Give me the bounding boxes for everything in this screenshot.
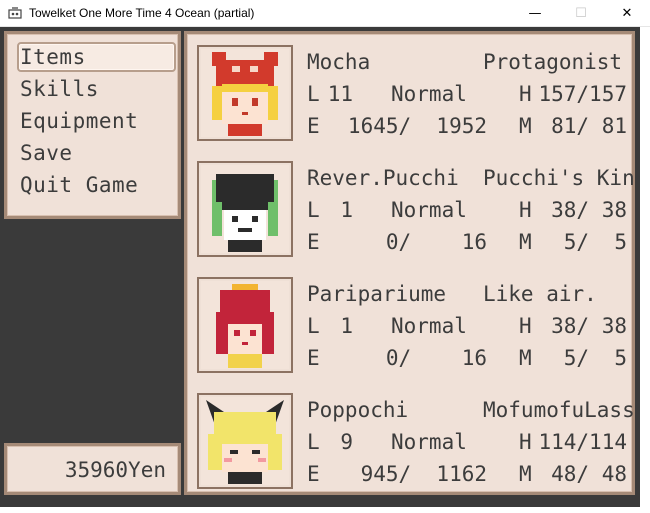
party-status-window: Mocha Protagonist L 11 Normal H 157/157 … [184,31,635,495]
member-name: Mocha [307,50,371,74]
exp-label: E [307,230,320,254]
mp-value: 48/ 48 [551,462,627,486]
level-value: 1 [340,314,353,338]
state-text: Normal [391,430,467,454]
mp-value: 81/ 81 [551,114,627,138]
menu-item-equipment[interactable]: Equipment [17,106,176,136]
menu-item-skills[interactable]: Skills [17,74,176,104]
state-text: Normal [391,198,467,222]
maximize-button[interactable]: ☐ [558,0,604,27]
level-label: L [307,430,320,454]
game-viewport: Items Skills Equipment Save Quit Game 35… [0,27,640,507]
party-member[interactable]: Mocha Protagonist L 11 Normal H 157/157 … [197,40,629,141]
mp-value: 5/ 5 [563,346,627,370]
window-title: Towelket One More Time 4 Ocean (partial) [29,6,255,20]
exp-value: 1645/ 1952 [347,114,487,138]
command-menu: Items Skills Equipment Save Quit Game [4,31,181,219]
hp-value: 38/ 38 [551,314,627,338]
party-member[interactable]: Rever.Pucchi Pucchi's Kin L 1 Normal H 3… [197,156,635,257]
hp-value: 157/157 [538,82,627,106]
gold-window: 35960Yen [4,443,181,495]
exp-value: 0/ 16 [385,346,487,370]
member-title: Pucchi's Kin [483,166,635,190]
member-title: Like air. [483,282,597,306]
exp-value: 945/ 1162 [360,462,487,486]
level-label: L [307,314,320,338]
hp-value: 38/ 38 [551,198,627,222]
member-name: Paripariume [307,282,447,306]
exp-label: E [307,346,320,370]
level-label: L [307,198,320,222]
exp-label: E [307,114,320,138]
member-title: Protagonist [483,50,623,74]
member-name: Rever.Pucchi [307,166,459,190]
member-title: MofumofuLass [483,398,635,422]
character-portrait-paripariume [197,277,293,373]
app-icon [7,5,23,21]
party-member[interactable]: Poppochi MofumofuLass L 9 Normal H 114/1… [197,388,635,489]
menu-item-quit-game[interactable]: Quit Game [17,170,176,200]
hp-value: 114/114 [538,430,627,454]
exp-value: 0/ 16 [385,230,487,254]
exp-label: E [307,462,320,486]
gold-amount: 35960Yen [64,458,166,482]
member-name: Poppochi [307,398,409,422]
character-portrait-mocha [197,45,293,141]
level-value: 1 [340,198,353,222]
mp-value: 5/ 5 [563,230,627,254]
level-value: 9 [340,430,353,454]
window-titlebar: Towelket One More Time 4 Ocean (partial)… [0,0,650,27]
state-text: Normal [391,82,467,106]
level-label: L [307,82,320,106]
minimize-button[interactable]: — [512,0,558,27]
character-portrait-rever-pucchi [197,161,293,257]
menu-item-save[interactable]: Save [17,138,176,168]
party-member[interactable]: Paripariume Like air. L 1 Normal H 38/ 3… [197,272,629,373]
level-value: 11 [327,82,353,106]
state-text: Normal [391,314,467,338]
character-portrait-poppochi [197,393,293,489]
close-button[interactable]: ✕ [604,0,650,27]
menu-item-items[interactable]: Items [17,42,176,72]
